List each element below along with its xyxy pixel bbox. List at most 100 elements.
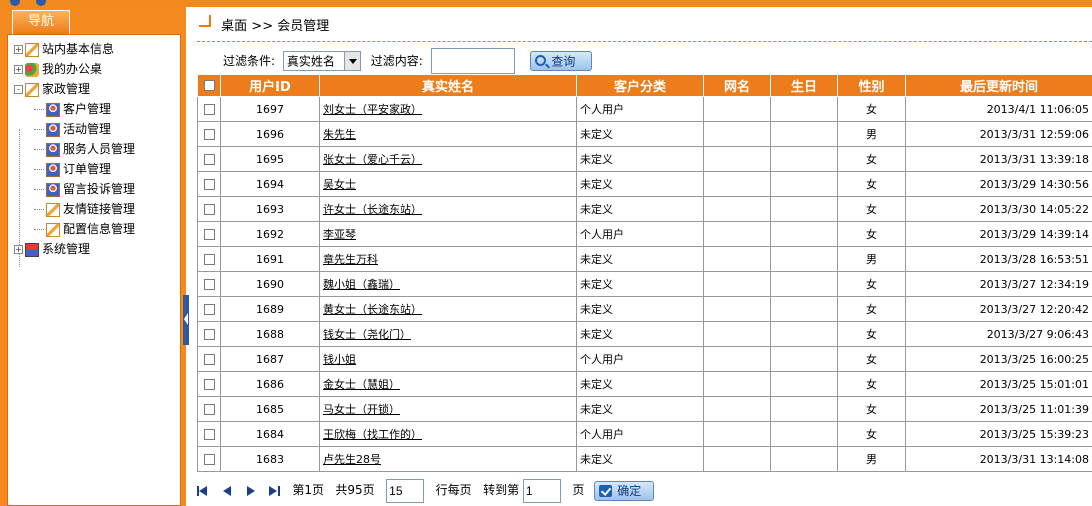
member-name-link[interactable]: 马女士（开锁） bbox=[323, 403, 400, 416]
table-row[interactable]: 1685 马女士（开锁） 未定义 女 2013/3/25 11:01:39 bbox=[197, 396, 1092, 422]
first-page-icon[interactable] bbox=[197, 485, 209, 496]
tree-item[interactable]: 友情链接管理 bbox=[14, 199, 135, 219]
cell-name: 王欣梅（找工作的） bbox=[319, 421, 577, 447]
row-checkbox[interactable] bbox=[203, 179, 215, 190]
select-all-checkbox[interactable] bbox=[203, 80, 215, 91]
cell-nickname bbox=[703, 346, 771, 372]
goto-page-input[interactable] bbox=[522, 478, 561, 503]
table-row[interactable]: 1687 钱小姐 个人用户 女 2013/3/25 16:00:25 bbox=[197, 346, 1092, 372]
row-checkbox[interactable] bbox=[203, 279, 215, 290]
column-header[interactable]: 客户分类 bbox=[576, 74, 704, 97]
check-icon bbox=[599, 484, 613, 497]
filter-content-input[interactable] bbox=[430, 48, 515, 74]
member-name-link[interactable]: 许女士（长途东站） bbox=[323, 203, 422, 216]
cell-id: 1685 bbox=[220, 396, 320, 422]
expand-icon[interactable]: + bbox=[14, 65, 23, 74]
row-checkbox[interactable] bbox=[203, 254, 215, 265]
next-page-icon[interactable] bbox=[245, 485, 257, 496]
table-row[interactable]: 1691 章先生万科 未定义 男 2013/3/28 16:53:51 bbox=[197, 246, 1092, 272]
column-header[interactable]: 生日 bbox=[770, 74, 838, 97]
member-name-link[interactable]: 王欣梅（找工作的） bbox=[323, 428, 422, 441]
table-row[interactable]: 1689 黄女士（长途东站） 未定义 女 2013/3/27 12:20:42 bbox=[197, 296, 1092, 322]
member-name-link[interactable]: 张女士（爱心千云） bbox=[323, 153, 422, 166]
row-select-cell bbox=[197, 321, 221, 347]
confirm-button[interactable]: 确定 bbox=[594, 480, 655, 501]
table-row[interactable]: 1693 许女士（长途东站） 未定义 女 2013/3/30 14:05:22 bbox=[197, 196, 1092, 222]
collapse-icon[interactable]: - bbox=[14, 85, 23, 94]
tree-item[interactable]: 订单管理 bbox=[14, 159, 135, 179]
cell-birthday bbox=[770, 396, 838, 422]
row-checkbox[interactable] bbox=[203, 429, 215, 440]
table-row[interactable]: 1697 刘女士（平安家政） 个人用户 女 2013/4/1 11:06:05 bbox=[197, 96, 1092, 122]
nav-tab[interactable]: 导航 bbox=[12, 10, 70, 34]
filter-condition-select[interactable]: 真实姓名 bbox=[282, 51, 361, 71]
cell-birthday bbox=[770, 121, 838, 147]
tree-item[interactable]: + 站内基本信息 bbox=[14, 39, 135, 59]
member-name-link[interactable]: 刘女士（平安家政） bbox=[323, 103, 422, 116]
row-checkbox[interactable] bbox=[203, 204, 215, 215]
cell-category: 未定义 bbox=[576, 146, 704, 172]
table-row[interactable]: 1696 朱先生 未定义 男 2013/3/31 12:59:06 bbox=[197, 121, 1092, 147]
column-header[interactable]: 真实姓名 bbox=[319, 74, 577, 97]
cell-nickname bbox=[703, 171, 771, 197]
member-name-link[interactable]: 金女士（慧姐） bbox=[323, 378, 400, 391]
tree-item[interactable]: + 我的办公桌 bbox=[14, 59, 135, 79]
member-name-link[interactable]: 黄女士（长途东站） bbox=[323, 303, 422, 316]
row-checkbox[interactable] bbox=[203, 104, 215, 115]
member-name-link[interactable]: 吴女士 bbox=[323, 178, 356, 191]
row-checkbox[interactable] bbox=[203, 379, 215, 390]
column-header[interactable]: 网名 bbox=[703, 74, 771, 97]
row-select-cell bbox=[197, 296, 221, 322]
table-row[interactable]: 1688 钱女士（尧化门） 未定义 女 2013/3/27 9:06:43 bbox=[197, 321, 1092, 347]
cell-category: 未定义 bbox=[576, 246, 704, 272]
row-checkbox[interactable] bbox=[203, 454, 215, 465]
last-page-icon[interactable] bbox=[268, 485, 281, 496]
row-checkbox[interactable] bbox=[203, 329, 215, 340]
cell-updated: 2013/3/27 12:34:19 bbox=[905, 271, 1092, 297]
member-name-link[interactable]: 卢先生28号 bbox=[323, 453, 381, 466]
table-row[interactable]: 1695 张女士（爱心千云） 未定义 女 2013/3/31 13:39:18 bbox=[197, 146, 1092, 172]
table-row[interactable]: 1694 吴女士 未定义 女 2013/3/29 14:30:56 bbox=[197, 171, 1092, 197]
member-name-link[interactable]: 钱女士（尧化门） bbox=[323, 328, 411, 341]
chevron-down-icon[interactable] bbox=[343, 52, 360, 70]
column-header[interactable]: 用户ID bbox=[220, 74, 320, 97]
breadcrumb-current: 会员管理 bbox=[277, 19, 330, 34]
per-page-input[interactable] bbox=[386, 478, 425, 503]
table-row[interactable]: 1684 王欣梅（找工作的） 个人用户 女 2013/3/25 15:39:23 bbox=[197, 421, 1092, 447]
column-header[interactable]: 性别 bbox=[837, 74, 906, 97]
row-checkbox[interactable] bbox=[203, 304, 215, 315]
table-row[interactable]: 1692 李亚琴 个人用户 女 2013/3/29 14:39:14 bbox=[197, 221, 1092, 247]
tree-item[interactable]: 客户管理 bbox=[14, 99, 135, 119]
cell-nickname bbox=[703, 221, 771, 247]
table-row[interactable]: 1686 金女士（慧姐） 未定义 女 2013/3/25 15:01:01 bbox=[197, 371, 1092, 397]
row-checkbox[interactable] bbox=[203, 404, 215, 415]
cell-gender: 男 bbox=[837, 446, 906, 472]
expand-icon[interactable]: + bbox=[14, 45, 23, 54]
cell-gender: 女 bbox=[837, 196, 906, 222]
table-row[interactable]: 1690 魏小姐（鑫瑞） 未定义 女 2013/3/27 12:34:19 bbox=[197, 271, 1092, 297]
table-row[interactable]: 1683 卢先生28号 未定义 男 2013/3/31 13:14:08 bbox=[197, 446, 1092, 472]
member-name-link[interactable]: 章先生万科 bbox=[323, 253, 378, 266]
cell-id: 1690 bbox=[220, 271, 320, 297]
row-checkbox[interactable] bbox=[203, 229, 215, 240]
member-name-link[interactable]: 钱小姐 bbox=[323, 353, 356, 366]
expand-icon[interactable]: + bbox=[14, 245, 23, 254]
member-name-link[interactable]: 李亚琴 bbox=[323, 228, 356, 241]
tree-item[interactable]: 活动管理 bbox=[14, 119, 135, 139]
member-name-link[interactable]: 朱先生 bbox=[323, 128, 356, 141]
row-checkbox[interactable] bbox=[203, 129, 215, 140]
tree-item[interactable]: + 系统管理 bbox=[14, 239, 135, 259]
column-header[interactable]: 最后更新时间 bbox=[905, 74, 1092, 97]
cell-gender: 女 bbox=[837, 396, 906, 422]
query-button[interactable]: 查询 bbox=[530, 51, 593, 71]
tree-item[interactable]: 留言投诉管理 bbox=[14, 179, 135, 199]
row-checkbox[interactable] bbox=[203, 154, 215, 165]
tree-item[interactable]: 服务人员管理 bbox=[14, 139, 135, 159]
row-checkbox[interactable] bbox=[203, 354, 215, 365]
tree-item[interactable]: 配置信息管理 bbox=[14, 219, 135, 239]
prev-page-icon[interactable] bbox=[221, 485, 233, 496]
user-folder-icon bbox=[46, 102, 60, 117]
breadcrumb-home[interactable]: 桌面 bbox=[221, 19, 247, 34]
member-name-link[interactable]: 魏小姐（鑫瑞） bbox=[323, 278, 400, 291]
tree-item[interactable]: - 家政管理 bbox=[14, 79, 135, 99]
